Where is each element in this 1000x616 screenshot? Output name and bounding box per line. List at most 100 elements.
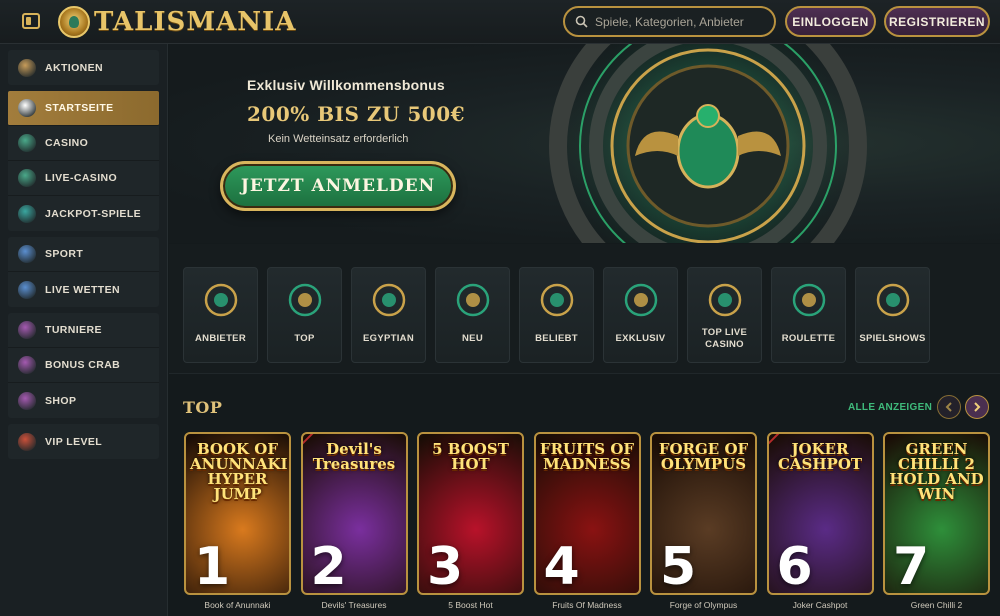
category-top[interactable]: TOP	[267, 267, 342, 363]
game-art-title: 5 BOOST HOT	[432, 440, 509, 473]
sidebar-item-shop[interactable]: SHOP	[8, 383, 159, 418]
game-rank: 4	[543, 537, 580, 595]
sidebar-item-label: SHOP	[45, 394, 77, 407]
game-rank: 7	[893, 537, 930, 595]
register-button[interactable]: REGISTRIEREN	[884, 6, 990, 37]
sidebar-group-extras: TURNIERE BONUS CRAB SHOP	[8, 313, 159, 418]
pyramid-icon	[18, 99, 36, 117]
game-rank: 3	[427, 537, 464, 595]
game-rank: 6	[776, 537, 813, 595]
category-label: EXKLUSIV	[615, 333, 666, 344]
game-name[interactable]: Joker Cashpot	[767, 600, 874, 610]
category-label: SPIELSHOWS	[859, 333, 926, 344]
section-title-top: TOP	[183, 398, 223, 417]
sidebar-item-sport[interactable]: SPORT	[8, 237, 159, 272]
game-name[interactable]: Green Chilli 2	[883, 600, 990, 610]
signup-now-button[interactable]: JETZT ANMELDEN	[220, 161, 456, 211]
game-card[interactable]: Devil's Treasures 2	[300, 432, 408, 595]
live-play-icon	[18, 280, 36, 299]
game-card[interactable]: BOOK OF ANUNNAKI HYPER JUMP 1	[184, 432, 291, 595]
sidebar-item-live-casino[interactable]: LIVE-CASINO	[8, 161, 159, 196]
game-art-title: Devil's Treasures	[312, 440, 396, 473]
category-egyptian[interactable]: EGYPTIAN	[351, 267, 426, 363]
game-art-title: BOOK OF ANUNNAKI HYPER JUMP	[190, 440, 288, 503]
sidebar: AKTIONEN STARTSEITE CASINO LIVE-CASINO J…	[0, 44, 168, 616]
search-box[interactable]	[563, 6, 776, 37]
category-label: EGYPTIAN	[363, 333, 414, 344]
category-beliebt[interactable]: BELIEBT	[519, 267, 594, 363]
chevron-left-icon	[945, 402, 952, 412]
game-name[interactable]: Fruits Of Madness	[534, 600, 641, 610]
eye-of-horus-icon	[372, 283, 405, 317]
game-rank: 2	[310, 537, 347, 595]
game-name[interactable]: Forge of Olympus	[650, 600, 757, 610]
game-card[interactable]: FORGE OF OLYMPUS 5	[650, 432, 757, 595]
search-input[interactable]	[595, 14, 765, 29]
category-label: ROULETTE	[781, 333, 836, 344]
sidebar-group-casino: STARTSEITE CASINO LIVE-CASINO JACKPOT-SP…	[8, 91, 159, 231]
sidebar-item-label: CASINO	[45, 137, 89, 149]
sidebar-item-live-wetten[interactable]: LIVE WETTEN	[8, 272, 159, 307]
sidebar-toggle-icon[interactable]	[22, 13, 40, 29]
game-name[interactable]: Devils' Treasures	[301, 600, 408, 610]
category-spielshows[interactable]: SPIELSHOWS	[855, 267, 930, 363]
sidebar-item-label: SPORT	[45, 248, 84, 260]
game-card[interactable]: JOKER CASHPOT 6	[766, 432, 874, 595]
hero-title: 200% BIS ZU 500€	[247, 102, 466, 126]
game-art-title: GREEN CHILLI 2 HOLD AND WIN	[889, 440, 984, 503]
category-roulette[interactable]: ROULETTE	[771, 267, 846, 363]
game-art-title: FORGE OF OLYMPUS	[658, 440, 749, 473]
game-art-title: JOKER CASHPOT	[777, 440, 863, 473]
login-button[interactable]: EINLOGGEN	[785, 6, 876, 37]
chevron-right-icon	[974, 402, 981, 412]
scarab-logo-icon	[58, 6, 90, 38]
sidebar-item-startseite[interactable]: STARTSEITE	[8, 91, 159, 126]
sidebar-item-bonus-crab[interactable]: BONUS CRAB	[8, 348, 159, 383]
category-neu[interactable]: NEU	[435, 267, 510, 363]
category-anbieter[interactable]: ANBIETER	[183, 267, 258, 363]
sidebar-item-vip-level[interactable]: VIP LEVEL	[8, 424, 159, 459]
game-card[interactable]: GREEN CHILLI 2 HOLD AND WIN 7	[883, 432, 990, 595]
sidebar-group-main: AKTIONEN	[8, 50, 159, 85]
carousel-next-button[interactable]	[965, 395, 989, 419]
top-bar: TALISMANIA EINLOGGEN REGISTRIEREN	[0, 0, 1000, 44]
pharaoh-crown-icon	[540, 283, 573, 317]
sidebar-item-jackpot-spiele[interactable]: JACKPOT-SPIELE	[8, 196, 159, 231]
football-icon	[18, 245, 36, 263]
carousel-prev-button[interactable]	[937, 395, 961, 419]
game-card[interactable]: 5 BOOST HOT 3	[417, 432, 524, 595]
category-top-live-casino[interactable]: TOP LIVE CASINO	[687, 267, 762, 363]
sidebar-item-label: LIVE-CASINO	[45, 172, 118, 184]
sidebar-item-label: LIVE WETTEN	[45, 283, 120, 296]
nefertiti-icon	[708, 283, 741, 317]
scarab-icon	[18, 204, 36, 223]
show-all-link[interactable]: ALLE ANZEIGEN	[848, 402, 932, 413]
scarab-medallion-icon	[548, 44, 868, 243]
coin-icon	[18, 134, 36, 152]
search-icon	[575, 15, 588, 28]
sidebar-item-casino[interactable]: CASINO	[8, 126, 159, 161]
category-exklusiv[interactable]: EXKLUSIV	[603, 267, 678, 363]
game-card[interactable]: FRUITS OF MADNESS 4	[533, 432, 641, 595]
sidebar-item-label: STARTSEITE	[45, 102, 114, 114]
logo[interactable]: TALISMANIA	[58, 5, 296, 39]
sidebar-item-turniere[interactable]: TURNIERE	[8, 313, 159, 348]
pharaoh-mask-icon	[624, 283, 657, 317]
category-label: ANBIETER	[195, 333, 246, 344]
hero-subtitle: Kein Wetteinsatz erforderlich	[268, 133, 409, 145]
category-strip: ANBIETER TOP EGYPTIAN NEU BELIEBT EXKLUSIV TOP…	[169, 244, 1000, 374]
category-label: TOP	[294, 333, 315, 344]
game-name[interactable]: Book of Anunnaki	[184, 600, 291, 610]
sidebar-item-label: VIP LEVEL	[45, 435, 103, 448]
sidebar-item-aktionen[interactable]: AKTIONEN	[8, 50, 159, 85]
temple-icon	[18, 391, 36, 410]
game-rank: 1	[194, 537, 231, 595]
crab-icon	[18, 356, 36, 374]
game-name[interactable]: 5 Boost Hot	[417, 600, 524, 610]
category-label: TOP LIVE CASINO	[701, 327, 748, 350]
calendar-icon	[18, 58, 36, 77]
hero-banner[interactable]: Exklusiv Willkommensbonus 200% BIS ZU 50…	[169, 44, 1000, 243]
sidebar-group-sport: SPORT LIVE WETTEN	[8, 237, 159, 307]
scroll-icon	[204, 283, 237, 317]
sidebar-item-label: TURNIERE	[45, 324, 102, 336]
